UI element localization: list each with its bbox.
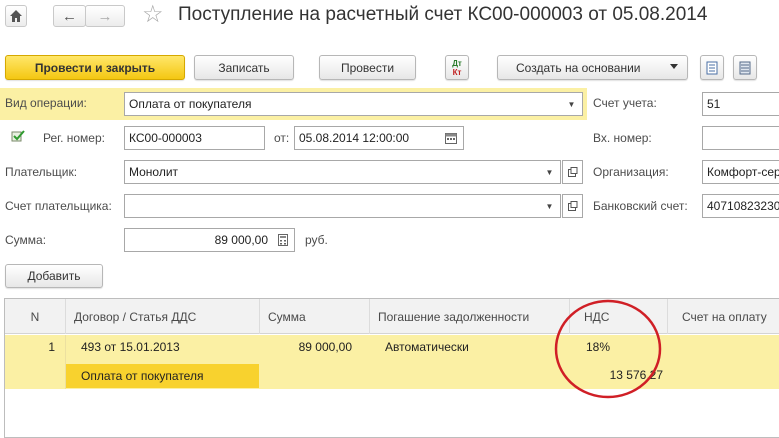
save-button[interactable]: Записать bbox=[194, 55, 294, 80]
dtkt-credit-text: Кт bbox=[452, 67, 462, 77]
caret-down-icon bbox=[670, 64, 678, 69]
chevron-down-icon: ▼ bbox=[545, 201, 554, 211]
organization-field[interactable]: Комфорт-сер bbox=[702, 160, 779, 184]
annotation-circle bbox=[554, 299, 662, 399]
bank-account-label: Банковский счет: bbox=[593, 199, 688, 213]
organization-label: Организация: bbox=[593, 165, 669, 179]
reg-number-label: Рег. номер: bbox=[43, 131, 105, 145]
calculator-icon bbox=[278, 234, 288, 246]
post-button[interactable]: Провести bbox=[319, 55, 416, 80]
currency-label: руб. bbox=[305, 233, 328, 247]
sum-field[interactable]: 89 000,00 bbox=[124, 228, 273, 252]
chevron-down-icon: ▼ bbox=[567, 99, 576, 109]
payer-dropdown-button[interactable]: ▼ bbox=[539, 160, 561, 184]
list-view-button[interactable] bbox=[733, 55, 757, 80]
open-link-icon bbox=[567, 167, 577, 177]
sum-label: Сумма: bbox=[5, 233, 47, 247]
payer-account-label: Счет плательщика: bbox=[5, 199, 112, 213]
home-button[interactable] bbox=[5, 5, 27, 27]
forward-button[interactable]: → bbox=[85, 5, 125, 27]
cell-contract[interactable]: 493 от 15.01.2013 bbox=[81, 338, 180, 356]
dtkt-debit-text: Дт bbox=[452, 58, 462, 68]
create-based-on-button[interactable]: Создать на основании bbox=[497, 55, 688, 80]
column-header-n[interactable]: N bbox=[5, 299, 66, 334]
calculator-button[interactable] bbox=[272, 228, 295, 252]
reg-number-field[interactable]: КС00-000003 bbox=[124, 126, 265, 150]
payer-open-button[interactable] bbox=[562, 160, 583, 184]
cell-cash-flow-item[interactable]: Оплата от покупателя bbox=[66, 364, 259, 388]
account-label: Счет учета: bbox=[593, 96, 657, 110]
open-link-icon bbox=[567, 201, 577, 211]
arrow-left-icon: ← bbox=[62, 7, 77, 25]
date-from-label: от: bbox=[274, 131, 290, 145]
calendar-icon bbox=[444, 132, 457, 144]
window-title: Поступление на расчетный счет КС00-00000… bbox=[178, 4, 708, 25]
column-header-contract[interactable]: Договор / Статья ДДС bbox=[66, 299, 260, 334]
account-field[interactable]: 51 bbox=[702, 92, 779, 116]
list-icon bbox=[739, 61, 751, 74]
cell-repayment[interactable]: Автоматически bbox=[385, 338, 469, 356]
home-icon bbox=[10, 10, 22, 22]
add-row-button[interactable]: Добавить bbox=[5, 264, 103, 288]
column-header-sum[interactable]: Сумма bbox=[260, 299, 370, 334]
payer-field[interactable]: Монолит bbox=[124, 160, 540, 184]
posted-check-icon bbox=[11, 129, 25, 143]
payer-account-dropdown-button[interactable]: ▼ bbox=[539, 194, 561, 218]
operation-type-select[interactable]: Оплата от покупателя bbox=[124, 92, 562, 116]
payer-account-field[interactable] bbox=[124, 194, 540, 218]
dtkt-report-button[interactable]: Дт Кт bbox=[445, 55, 469, 80]
chevron-down-icon: ▼ bbox=[545, 167, 554, 177]
operation-type-label: Вид операции: bbox=[5, 96, 87, 110]
column-header-repayment[interactable]: Погашение задолженности bbox=[370, 299, 570, 334]
create-based-on-label: Создать на основании bbox=[516, 60, 641, 75]
arrow-right-icon: → bbox=[97, 7, 113, 25]
operation-type-dropdown-button[interactable]: ▼ bbox=[561, 92, 583, 116]
calendar-button[interactable] bbox=[438, 126, 464, 150]
incoming-number-label: Вх. номер: bbox=[593, 131, 652, 145]
incoming-number-field[interactable] bbox=[702, 126, 779, 150]
document-print-button[interactable] bbox=[700, 55, 724, 80]
post-and-close-button[interactable]: Провести и закрыть bbox=[5, 55, 185, 80]
cell-sum[interactable]: 89 000,00 bbox=[260, 338, 352, 356]
column-header-invoice[interactable]: Счет на оплату bbox=[668, 299, 779, 334]
favorite-star-icon[interactable]: ☆ bbox=[142, 2, 168, 28]
document-icon bbox=[706, 61, 718, 74]
cell-row-number: 1 bbox=[48, 340, 55, 354]
payer-account-open-button[interactable] bbox=[562, 194, 583, 218]
payer-label: Плательщик: bbox=[5, 165, 78, 179]
back-button[interactable]: ← bbox=[53, 5, 86, 27]
date-field[interactable]: 05.08.2014 12:00:00 bbox=[294, 126, 439, 150]
bank-account-field[interactable]: 40710823230 bbox=[702, 194, 779, 218]
